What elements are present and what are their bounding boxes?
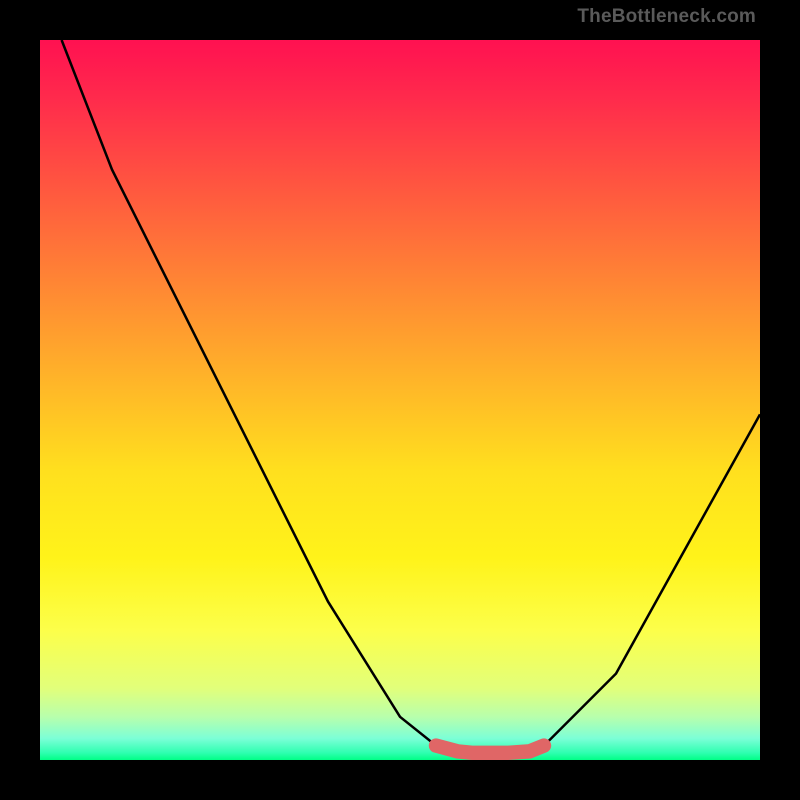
bottleneck-curve [62,40,760,753]
curve-svg [40,40,760,760]
watermark-text: TheBottleneck.com [577,6,756,28]
chart-frame: TheBottleneck.com [0,0,800,800]
plot-area [40,40,760,760]
bottom-highlight [436,746,544,753]
